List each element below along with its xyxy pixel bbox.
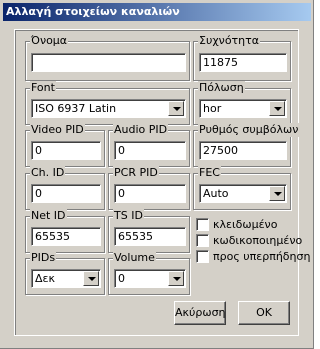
pcr-pid-input[interactable]: 0 [114, 184, 186, 203]
symbol-rate-label: Ρυθμός συμβόλων [198, 123, 300, 137]
skip-checkbox-label: προς υπερπήδηση [213, 250, 311, 263]
fec-label: FEC [198, 166, 221, 180]
name-input[interactable] [31, 53, 186, 72]
font-dropdown-button[interactable] [168, 101, 184, 116]
pcr-pid-group: PCR PID 0 [108, 166, 190, 210]
volume-label: Volume [113, 251, 156, 265]
fec-select[interactable]: Auto [199, 184, 287, 203]
dialog-panel: Όνομα Συχνότητα 11875 Font ISO 6937 Lati… [14, 29, 310, 336]
net-id-label: Net ID [30, 209, 67, 223]
ch-id-input[interactable]: 0 [31, 184, 101, 203]
skip-checkbox[interactable] [196, 250, 209, 263]
polarization-label: Πόλωση [198, 81, 245, 95]
ts-id-input[interactable]: 65535 [114, 227, 186, 246]
font-label: Font [30, 81, 56, 95]
pids-dropdown-button[interactable] [83, 271, 99, 286]
polarization-group: Πόλωση hor [193, 81, 291, 125]
chevron-down-icon [88, 277, 96, 281]
ts-id-group: TS ID 65535 [108, 209, 190, 253]
fec-select-value: Auto [203, 187, 229, 200]
audio-pid-label: Audio PID [113, 123, 169, 137]
window-title: Αλλαγή στοιχείων καναλιών [6, 5, 180, 18]
pcr-pid-label: PCR PID [113, 166, 159, 180]
font-select-value: ISO 6937 Latin [35, 102, 117, 115]
ch-id-label: Ch. ID [30, 166, 66, 180]
locked-checkbox[interactable] [196, 218, 209, 231]
encrypted-checkbox-label: κωδικοποιημένο [213, 234, 303, 247]
net-id-group: Net ID 65535 [25, 209, 105, 253]
chevron-down-icon [274, 107, 282, 111]
cancel-button[interactable]: Ακύρωση [174, 301, 226, 325]
volume-select[interactable]: 0 [114, 269, 186, 288]
pids-label: PIDs [30, 251, 57, 265]
pids-group: PIDs Δεκ [25, 251, 105, 295]
polarization-select[interactable]: hor [199, 99, 287, 118]
polarization-select-value: hor [203, 102, 222, 115]
frequency-label: Συχνότητα [198, 34, 261, 48]
name-group: Όνομα [25, 34, 190, 81]
locked-checkbox-label: κλειδωμένο [213, 218, 278, 231]
volume-group: Volume 0 [108, 251, 190, 295]
font-select[interactable]: ISO 6937 Latin [31, 99, 186, 118]
volume-dropdown-button[interactable] [168, 271, 184, 286]
chevron-down-icon [173, 107, 181, 111]
title-bar: Αλλαγή στοιχείων καναλιών [3, 3, 311, 21]
audio-pid-group: Audio PID 0 [108, 123, 190, 167]
frequency-input[interactable]: 11875 [199, 53, 287, 72]
audio-pid-input[interactable]: 0 [114, 141, 186, 160]
chevron-down-icon [274, 192, 282, 196]
ts-id-label: TS ID [113, 209, 144, 223]
font-group: Font ISO 6937 Latin [25, 81, 190, 125]
net-id-input[interactable]: 65535 [31, 227, 101, 246]
pids-select[interactable]: Δεκ [31, 269, 101, 288]
name-label: Όνομα [30, 34, 69, 48]
volume-select-value: 0 [118, 272, 125, 285]
symbol-rate-input[interactable]: 27500 [199, 141, 287, 160]
frequency-group: Συχνότητα 11875 [193, 34, 291, 81]
dialog-window: Αλλαγή στοιχείων καναλιών Όνομα Συχνότητ… [0, 0, 314, 349]
fec-dropdown-button[interactable] [269, 186, 285, 201]
ch-id-group: Ch. ID 0 [25, 166, 105, 210]
video-pid-input[interactable]: 0 [31, 141, 101, 160]
video-pid-group: Video PID 0 [25, 123, 105, 167]
chevron-down-icon [173, 277, 181, 281]
symbol-rate-group: Ρυθμός συμβόλων 27500 [193, 123, 300, 167]
video-pid-label: Video PID [30, 123, 85, 137]
encrypted-checkbox[interactable] [196, 234, 209, 247]
ok-button[interactable]: OK [238, 301, 290, 325]
polarization-dropdown-button[interactable] [269, 101, 285, 116]
fec-group: FEC Auto [193, 166, 291, 210]
pids-select-value: Δεκ [35, 272, 55, 285]
